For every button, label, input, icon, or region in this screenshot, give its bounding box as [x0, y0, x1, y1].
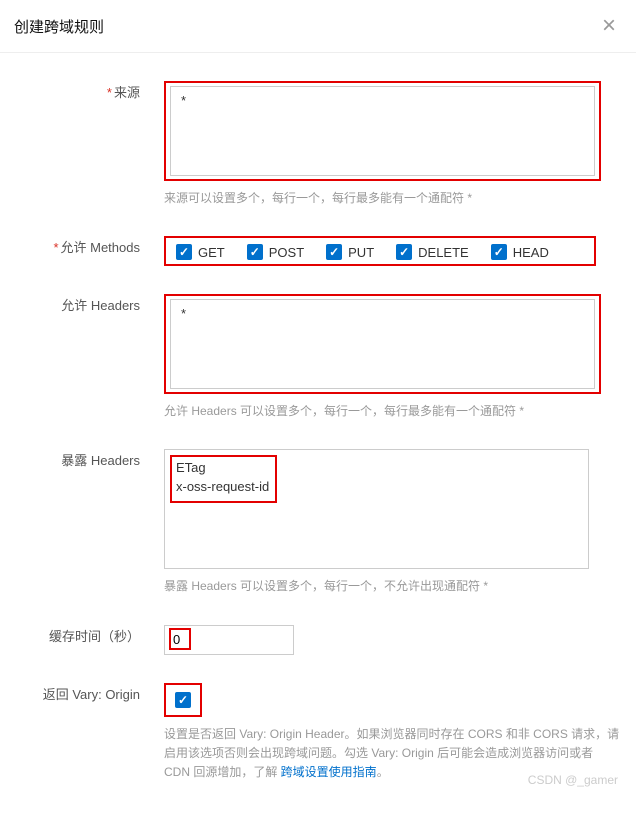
- headers-allow-input[interactable]: [170, 299, 595, 389]
- source-help: 来源可以设置多个，每行一个，每行最多能有一个通配符 *: [164, 189, 622, 208]
- headers-expose-input[interactable]: [164, 449, 589, 569]
- checkbox-vary[interactable]: ✓: [175, 692, 191, 708]
- headers-allow-help: 允许 Headers 可以设置多个，每行一个，每行最多能有一个通配符 *: [164, 402, 622, 421]
- headers-expose-help: 暴露 Headers 可以设置多个，每行一个，不允许出现通配符 *: [164, 577, 622, 596]
- maxage-input[interactable]: [164, 625, 294, 655]
- maxage-label: 缓存时间（秒）: [14, 625, 164, 655]
- watermark: CSDN @_gamer: [528, 773, 618, 787]
- checkbox-put-label: PUT: [348, 245, 374, 260]
- checkbox-post[interactable]: ✓: [247, 244, 263, 260]
- methods-label: *允许 Methods: [14, 236, 164, 266]
- checkbox-head-label: HEAD: [513, 245, 549, 260]
- headers-allow-label: 允许 Headers: [14, 294, 164, 421]
- source-input[interactable]: [170, 86, 595, 176]
- close-icon[interactable]: ×: [602, 14, 616, 38]
- modal-title: 创建跨域规则: [14, 16, 104, 37]
- checkbox-head[interactable]: ✓: [491, 244, 507, 260]
- checkbox-get[interactable]: ✓: [176, 244, 192, 260]
- checkbox-delete[interactable]: ✓: [396, 244, 412, 260]
- vary-label: 返回 Vary: Origin: [14, 683, 164, 783]
- cors-guide-link[interactable]: 跨域设置使用指南: [281, 765, 377, 779]
- checkbox-post-label: POST: [269, 245, 304, 260]
- checkbox-put[interactable]: ✓: [326, 244, 342, 260]
- methods-group: ✓ GET ✓ POST ✓ PUT ✓ DELETE ✓ HEAD: [164, 236, 596, 266]
- source-label: *来源: [14, 81, 164, 208]
- checkbox-delete-label: DELETE: [418, 245, 469, 260]
- cors-form: *来源 来源可以设置多个，每行一个，每行最多能有一个通配符 * *允许 Meth…: [0, 53, 636, 830]
- checkbox-get-label: GET: [198, 245, 225, 260]
- headers-expose-label: 暴露 Headers: [14, 449, 164, 596]
